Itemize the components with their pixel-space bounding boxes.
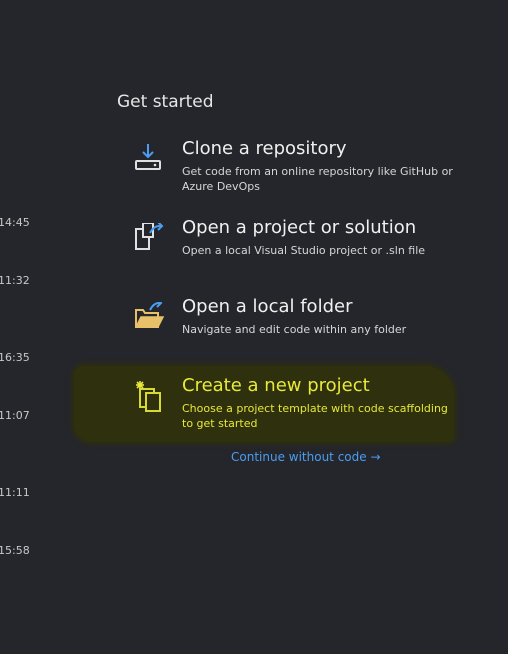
recent-item-time: 16:35 <box>0 351 30 364</box>
recent-item-time: 15:58 <box>0 544 30 557</box>
open-project-description: Open a local Visual Studio project or .s… <box>182 244 426 257</box>
create-new-project-title: Create a new project <box>182 375 370 396</box>
open-project-button[interactable]: Open a project or solution Open a local … <box>130 217 460 279</box>
open-project-icon <box>130 221 170 259</box>
recent-item-time: 14:45 <box>0 216 30 229</box>
recent-item-time: 11:07 <box>0 409 30 422</box>
open-folder-button[interactable]: Open a local folder Navigate and edit co… <box>130 296 460 358</box>
open-folder-title: Open a local folder <box>182 296 353 317</box>
clone-repository-description: Get code from an online repository like … <box>182 165 453 193</box>
open-folder-icon <box>130 298 170 338</box>
open-project-title: Open a project or solution <box>182 217 417 238</box>
recent-item-time: 11:11 <box>0 486 30 499</box>
clone-repository-icon <box>130 144 170 180</box>
get-started-heading: Get started <box>117 92 214 112</box>
clone-repository-title: Clone a repository <box>182 138 347 159</box>
create-new-project-button[interactable]: Create a new project Choose a project te… <box>130 375 460 437</box>
clone-repository-button[interactable]: Clone a repository Get code from an onli… <box>130 138 460 200</box>
open-folder-description: Navigate and edit code within any folder <box>182 323 407 336</box>
new-project-icon <box>130 381 170 417</box>
continue-without-code-link[interactable]: Continue without code → <box>231 450 381 464</box>
create-new-project-description: Choose a project template with code scaf… <box>182 402 448 430</box>
recent-item-time: 11:32 <box>0 274 30 287</box>
